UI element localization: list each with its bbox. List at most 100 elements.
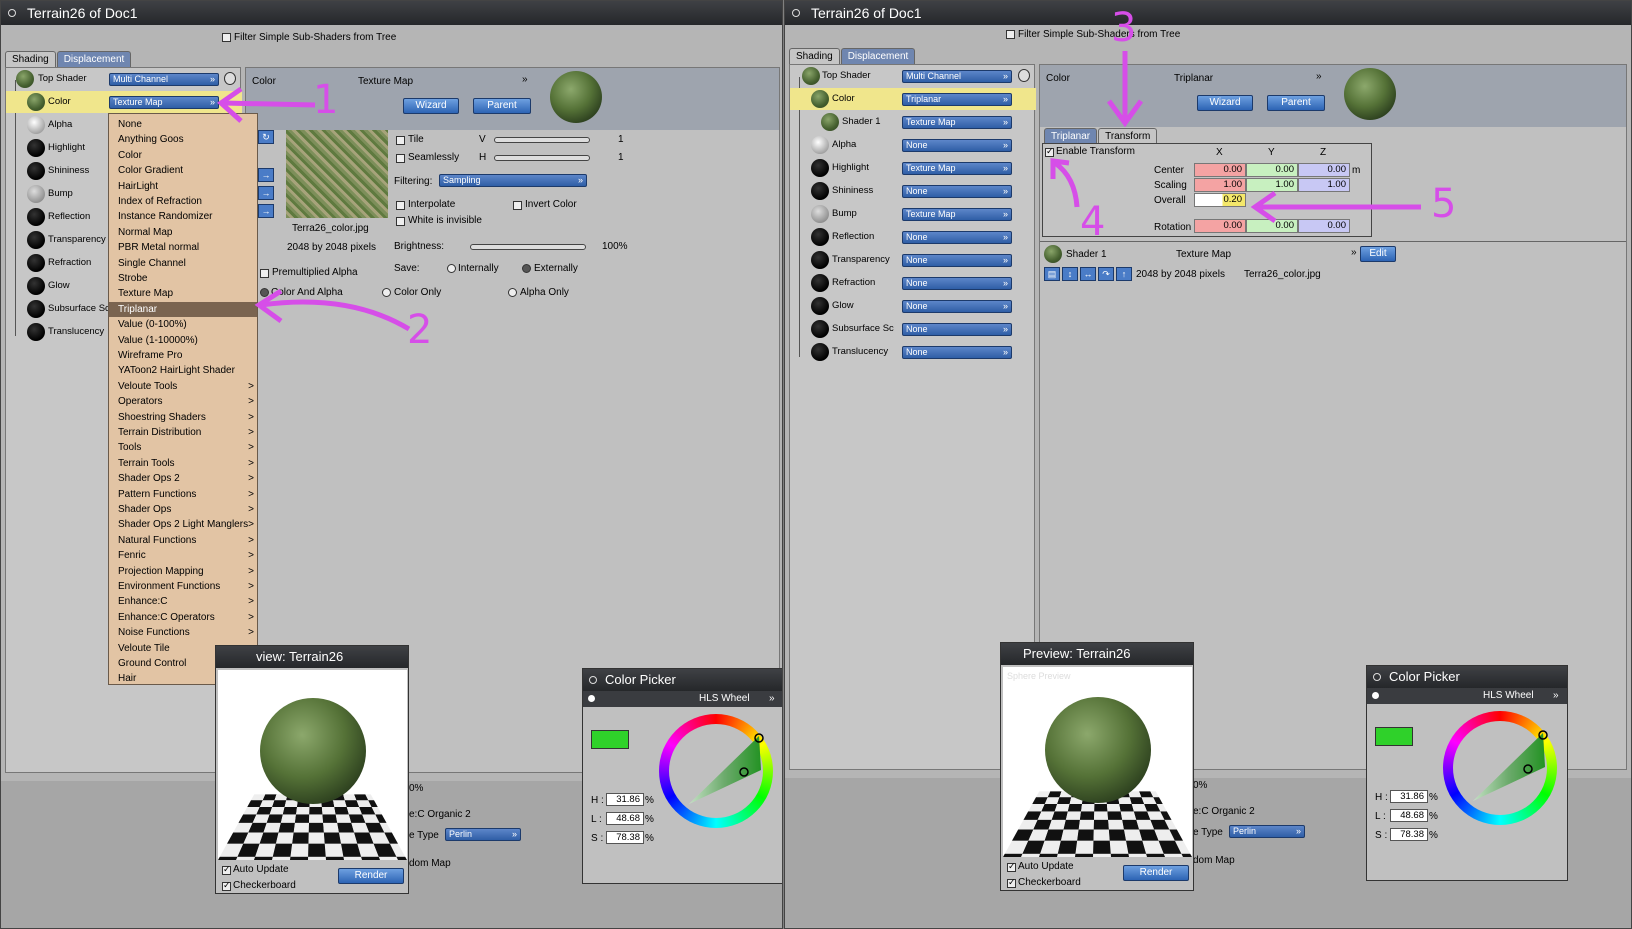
menu-item[interactable]: Index of Refraction xyxy=(109,194,257,209)
tree-row-color[interactable]: Color Texture Map» xyxy=(6,91,242,113)
up-icon[interactable]: ↑ xyxy=(1116,267,1132,281)
interpolate-checkbox[interactable] xyxy=(396,201,405,210)
h-input[interactable]: 31.86 xyxy=(1390,790,1428,803)
chevron-down-icon[interactable]: » xyxy=(1316,71,1322,82)
auto-update-checkbox[interactable] xyxy=(1007,861,1016,872)
menu-item[interactable]: Tools > xyxy=(109,440,257,455)
glow-dropdown[interactable]: None » xyxy=(902,300,1012,313)
tree-row-glow[interactable]: Glow None » xyxy=(790,295,1036,317)
menu-item[interactable]: Pattern Functions > xyxy=(109,487,257,502)
menu-item[interactable]: Value (1-10000%) xyxy=(109,333,257,348)
tree-row-color[interactable]: Color Triplanar » xyxy=(790,88,1036,110)
color-channel-dropdown[interactable]: Triplanar » xyxy=(902,93,1012,106)
folder-icon[interactable]: ▤ xyxy=(1044,267,1060,281)
tree-row-subsurface[interactable]: Subsurface Sc None » xyxy=(790,318,1036,340)
noise-type-dropdown[interactable]: Perlin » xyxy=(445,828,521,841)
menu-item[interactable]: Shader Ops 2 Light Manglers > xyxy=(109,517,257,532)
right-title-bar[interactable]: Terrain26 of Doc1 xyxy=(785,1,1631,25)
window-close-icon[interactable] xyxy=(8,9,16,17)
window-close-icon[interactable] xyxy=(589,676,597,684)
h-slider[interactable] xyxy=(494,155,590,161)
menu-item[interactable]: Fenric > xyxy=(109,548,257,563)
menu-item[interactable]: Value (0-100%) xyxy=(109,317,257,332)
preview-title-bar[interactable]: view: Terrain26 xyxy=(216,646,408,668)
preview-title-bar[interactable]: Preview: Terrain26 xyxy=(1001,643,1193,665)
color-channel-dropdown[interactable]: Texture Map» xyxy=(109,96,219,109)
menu-item[interactable]: Enhance:C > xyxy=(109,594,257,609)
menu-item[interactable]: Color Gradient xyxy=(109,163,257,178)
tab-shading[interactable]: Shading xyxy=(5,51,56,67)
menu-item[interactable]: Veloute Tools > xyxy=(109,379,257,394)
bump-dropdown[interactable]: Texture Map » xyxy=(902,208,1012,221)
invert-checkbox[interactable] xyxy=(513,201,522,210)
tree-row-shininess[interactable]: Shininess None » xyxy=(790,180,1036,202)
tree-row-shader-1[interactable]: Shader 1 Texture Map » xyxy=(790,111,1036,133)
picker-mode[interactable]: HLS Wheel xyxy=(699,691,750,707)
shader-1-dropdown[interactable]: Texture Map » xyxy=(902,116,1012,129)
arrow-icon[interactable]: → xyxy=(258,168,274,182)
chevron-down-icon[interactable]: » xyxy=(522,74,528,85)
rotate-icon[interactable]: ↷ xyxy=(1098,267,1114,281)
menu-item[interactable]: Terrain Distribution > xyxy=(109,425,257,440)
chevron-down-icon[interactable]: » xyxy=(1351,247,1357,258)
left-title-bar[interactable]: Terrain26 of Doc1 xyxy=(1,1,782,25)
refraction-dropdown[interactable]: None » xyxy=(902,277,1012,290)
parent-button[interactable]: Parent xyxy=(1267,95,1325,111)
center-z-input[interactable]: 0.00 xyxy=(1298,163,1350,177)
color-triangle[interactable] xyxy=(1443,711,1557,825)
enable-transform-checkbox[interactable] xyxy=(1045,146,1054,157)
tree-row-transparency[interactable]: Transparency None » xyxy=(790,249,1036,271)
tree-row-reflection[interactable]: Reflection None » xyxy=(790,226,1036,248)
arrow-icon[interactable]: → xyxy=(258,186,274,200)
tree-row-top-shader[interactable]: Top Shader Multi Channel » xyxy=(790,65,1036,87)
hls-wheel[interactable] xyxy=(659,714,773,828)
parent-button[interactable]: Parent xyxy=(473,98,531,114)
color-swatch[interactable] xyxy=(1375,727,1413,746)
menu-item[interactable]: Projection Mapping > xyxy=(109,564,257,579)
filter-checkbox[interactable] xyxy=(222,33,231,42)
tab-displacement[interactable]: Displacement xyxy=(56,51,132,67)
menu-item[interactable]: Strobe xyxy=(109,271,257,286)
reflection-dropdown[interactable]: None » xyxy=(902,231,1012,244)
trash-icon[interactable] xyxy=(224,72,236,85)
top-shader-dropdown[interactable]: Multi Channel » xyxy=(902,70,1012,83)
center-y-input[interactable]: 0.00 xyxy=(1246,163,1298,177)
auto-update-checkbox[interactable] xyxy=(222,864,231,875)
menu-item[interactable]: Normal Map xyxy=(109,225,257,240)
center-x-input[interactable]: 0.00 xyxy=(1194,163,1246,177)
menu-item[interactable]: YAToon2 HairLight Shader xyxy=(109,363,257,378)
seamlessly-checkbox[interactable] xyxy=(396,154,405,163)
tree-row-refraction[interactable]: Refraction None » xyxy=(790,272,1036,294)
menu-item[interactable]: Terrain Tools > xyxy=(109,456,257,471)
filtering-dropdown[interactable]: Sampling » xyxy=(439,174,587,187)
premult-checkbox[interactable] xyxy=(260,269,269,278)
render-button[interactable]: Render xyxy=(1123,865,1189,881)
s-input[interactable]: 78.38 xyxy=(1390,828,1428,841)
render-button[interactable]: Render xyxy=(338,868,404,884)
menu-item[interactable]: PBR Metal normal xyxy=(109,240,257,255)
l-input[interactable]: 48.68 xyxy=(606,812,644,825)
menu-item[interactable]: Triplanar xyxy=(109,301,257,317)
flip-vertical-icon[interactable]: ↕ xyxy=(1062,267,1078,281)
chevron-down-icon[interactable]: » xyxy=(769,691,775,707)
flip-horizontal-icon[interactable]: ↔ xyxy=(1080,267,1096,281)
menu-item[interactable]: Enhance:C Operators > xyxy=(109,610,257,625)
h-input[interactable]: 31.86 xyxy=(606,793,644,806)
menu-item[interactable]: Instance Randomizer xyxy=(109,209,257,224)
translucency-dropdown[interactable]: None » xyxy=(902,346,1012,359)
edit-button[interactable]: Edit xyxy=(1360,246,1396,262)
s-input[interactable]: 78.38 xyxy=(606,831,644,844)
tab-shading[interactable]: Shading xyxy=(789,48,840,64)
menu-item[interactable]: Shader Ops > xyxy=(109,502,257,517)
menu-item[interactable]: Shader Ops 2 > xyxy=(109,471,257,486)
highlight-dropdown[interactable]: Texture Map » xyxy=(902,162,1012,175)
tab-transform[interactable]: Transform xyxy=(1098,128,1158,144)
menu-item[interactable]: Noise Functions > xyxy=(109,625,257,640)
color-swatch[interactable] xyxy=(591,730,629,749)
overall-input[interactable]: 0.20 xyxy=(1194,193,1246,207)
trash-icon[interactable] xyxy=(1018,69,1030,82)
alpha-only-radio[interactable] xyxy=(508,288,517,297)
wizard-button[interactable]: Wizard xyxy=(1197,95,1253,111)
wizard-button[interactable]: Wizard xyxy=(403,98,459,114)
hls-wheel[interactable] xyxy=(1443,711,1557,825)
